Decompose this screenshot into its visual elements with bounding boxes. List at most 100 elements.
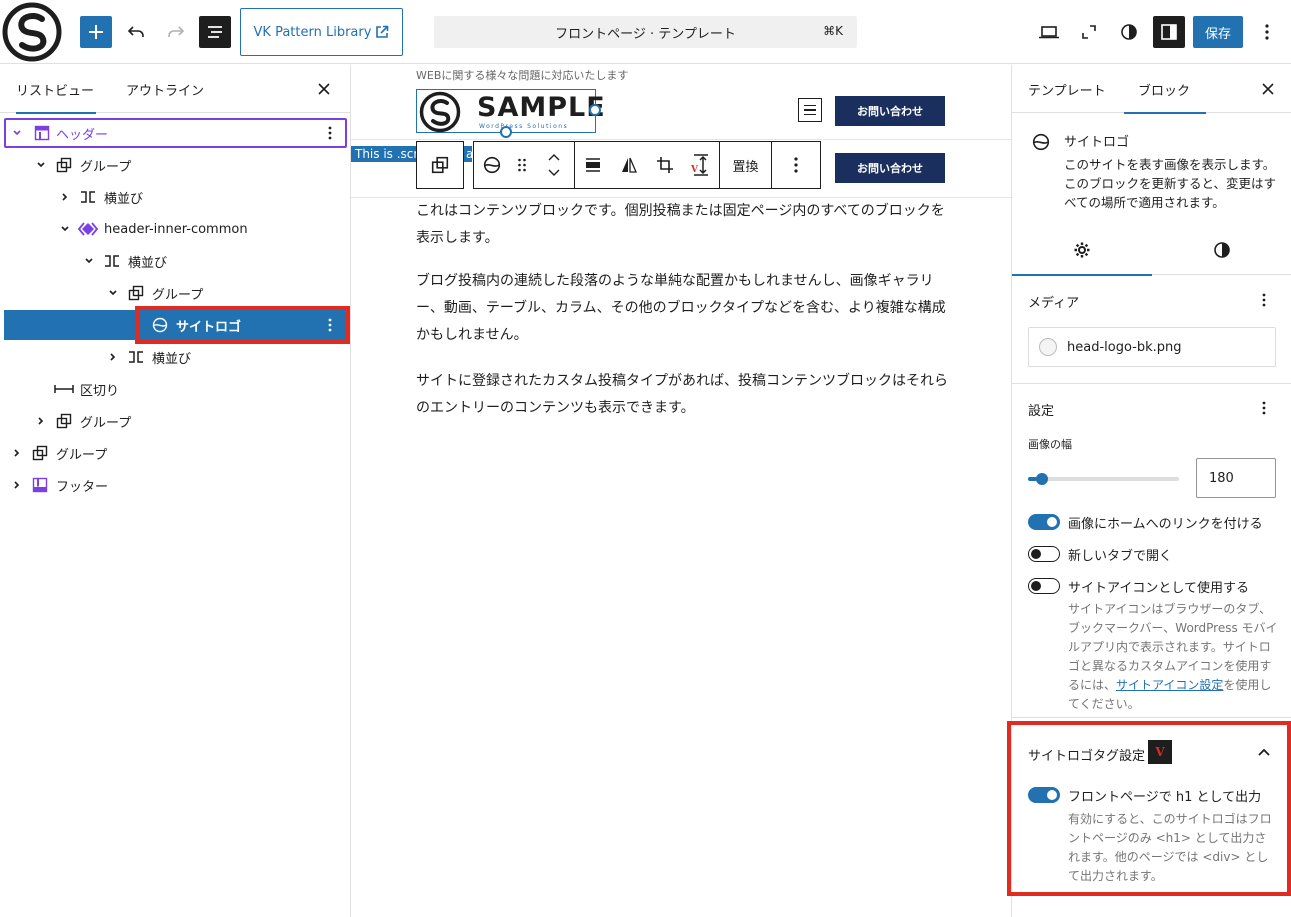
tree-item-header[interactable]: ヘッダー — [4, 118, 347, 148]
row-icon — [126, 347, 146, 367]
tree-item-group[interactable]: グループ — [4, 150, 347, 180]
gear-icon — [1074, 242, 1090, 258]
chevron-right-icon[interactable] — [58, 190, 72, 204]
chevron-down-icon[interactable] — [34, 158, 48, 172]
tree-item-row[interactable]: 横並び — [4, 182, 347, 212]
tree-item-label: グループ — [80, 415, 132, 431]
tab-outline[interactable]: アウトライン — [126, 65, 204, 113]
chevron-up-icon[interactable] — [548, 154, 560, 161]
new-tab-toggle[interactable] — [1028, 546, 1060, 562]
media-file-button[interactable]: head-logo-bk.png — [1028, 327, 1276, 367]
styles-button[interactable] — [1113, 16, 1145, 48]
chevron-down-icon[interactable] — [106, 286, 120, 300]
editor-canvas[interactable]: WEBに関する様々な問題に対応いたします SAMPLE WordPress So… — [351, 65, 1011, 917]
media-panel-title: メディア — [1028, 296, 1080, 311]
site-icon-toggle[interactable] — [1028, 578, 1060, 594]
move-up-down-buttons[interactable] — [534, 142, 574, 188]
flip-button[interactable] — [611, 142, 647, 188]
sidebar-icon — [1161, 24, 1177, 40]
undo-icon — [127, 26, 144, 37]
block-type-button[interactable] — [474, 142, 510, 188]
save-button[interactable]: 保存 — [1193, 16, 1243, 48]
block-toolbar: V 置換 — [416, 141, 821, 189]
tree-item-row[interactable]: 横並び — [4, 246, 347, 276]
command-palette-bar[interactable]: フロントページ · テンプレート ⌘K — [434, 16, 857, 48]
options-menu-button[interactable] — [1251, 16, 1283, 48]
image-width-input[interactable]: 180 — [1196, 458, 1276, 498]
resize-handle-bottom[interactable] — [500, 126, 512, 138]
tab-block[interactable]: ブロック — [1123, 65, 1207, 114]
close-settings-button[interactable] — [1256, 77, 1280, 101]
close-list-view-button[interactable] — [312, 77, 336, 101]
tab-list-view-label: リストビュー — [16, 83, 95, 99]
tree-item-separator[interactable]: 区切り — [4, 374, 347, 404]
select-parent-button[interactable] — [416, 141, 464, 189]
vk-pattern-library-button[interactable]: VK Pattern Library — [240, 8, 403, 56]
tree-item-row[interactable]: 横並び — [4, 342, 347, 372]
image-width-slider[interactable] — [1028, 473, 1179, 485]
command-shortcut: ⌘K — [823, 24, 843, 38]
site-icon-help: サイトアイコンはブラウザーのタブ、ブックマークバー、WordPress モバイル… — [1068, 602, 1278, 711]
add-block-button[interactable] — [80, 16, 112, 48]
list-view-panel: リストビュー アウトライン ヘッダー グループ 横並び header-inner… — [0, 65, 351, 917]
vk-height-button[interactable]: V — [683, 142, 719, 188]
image-width-label: 画像の幅 — [1028, 438, 1072, 451]
tree-item-footer[interactable]: フッター — [4, 470, 347, 500]
chevron-right-icon[interactable] — [10, 446, 24, 460]
new-tab-label: 新しいタブで開く — [1068, 549, 1173, 564]
contrast-icon — [1121, 24, 1137, 40]
align-button[interactable] — [575, 142, 611, 188]
chevron-right-icon[interactable] — [34, 414, 48, 428]
chevron-down-icon[interactable] — [58, 222, 72, 236]
device-preview-button[interactable] — [1033, 16, 1065, 48]
resize-handle-right[interactable] — [589, 104, 601, 116]
tab-styles[interactable] — [1152, 225, 1291, 275]
chevron-right-icon[interactable] — [10, 478, 24, 492]
slider-thumb[interactable] — [1036, 473, 1048, 485]
chevron-down-icon[interactable] — [548, 169, 560, 176]
tree-item-group[interactable]: グループ — [4, 406, 347, 436]
block-options-icon[interactable] — [320, 121, 340, 145]
highlight-box — [135, 306, 350, 344]
contact-button-secondary[interactable]: お問い合わせ — [835, 153, 945, 183]
site-logo-icon — [2, 2, 62, 62]
chevron-right-icon[interactable] — [106, 350, 120, 364]
group-icon — [126, 283, 146, 303]
zoom-out-button[interactable] — [1073, 16, 1105, 48]
settings-panel-title: 設定 — [1028, 404, 1055, 419]
logo-text: SAMPLE — [477, 92, 606, 123]
block-settings-panel: テンプレート ブロック サイトロゴ このサイトを表す画像を表示します。このブロッ… — [1007, 65, 1291, 917]
redo-button[interactable] — [160, 16, 192, 48]
menu-toggle-icon[interactable] — [798, 98, 822, 122]
settings-options-button[interactable] — [1256, 396, 1272, 420]
tab-list-view[interactable]: リストビュー — [16, 65, 97, 114]
site-icon-settings-link[interactable]: サイトアイコン設定 — [1116, 678, 1223, 692]
tab-template[interactable]: テンプレート — [1028, 65, 1106, 113]
row-icon — [102, 251, 122, 271]
group-icon — [54, 411, 74, 431]
contact-button[interactable]: お問い合わせ — [835, 96, 945, 126]
tab-settings[interactable] — [1012, 225, 1152, 276]
crop-button[interactable] — [647, 142, 683, 188]
block-description: このサイトを表す画像を表示します。このブロックを更新すると、変更はすべての場所で… — [1064, 157, 1277, 210]
settings-sidebar-toggle[interactable] — [1153, 16, 1185, 48]
replace-button[interactable]: 置換 — [720, 141, 772, 189]
link-home-label: 画像にホームへのリンクを付ける — [1068, 517, 1263, 532]
site-logo-block[interactable]: SAMPLE WordPress Solutions — [416, 89, 605, 138]
tree-item-header-inner-common[interactable]: header-inner-common — [4, 214, 347, 244]
media-options-button[interactable] — [1256, 288, 1272, 312]
tree-item-group[interactable]: グループ — [4, 278, 347, 308]
chevron-down-icon[interactable] — [82, 254, 96, 268]
block-more-options-button[interactable] — [772, 141, 821, 189]
tree-item-group[interactable]: グループ — [4, 438, 347, 468]
chevron-down-icon[interactable] — [10, 126, 24, 140]
undo-button[interactable] — [120, 16, 152, 48]
drag-handle[interactable] — [510, 142, 534, 188]
replace-label: 置換 — [732, 159, 759, 175]
link-home-toggle[interactable] — [1028, 514, 1060, 530]
separator-icon — [54, 379, 74, 399]
document-overview-button[interactable] — [199, 16, 231, 48]
site-icon-button[interactable] — [0, 0, 64, 64]
synced-pattern-icon — [78, 219, 98, 239]
vertical-ellipsis-icon — [1262, 293, 1266, 307]
